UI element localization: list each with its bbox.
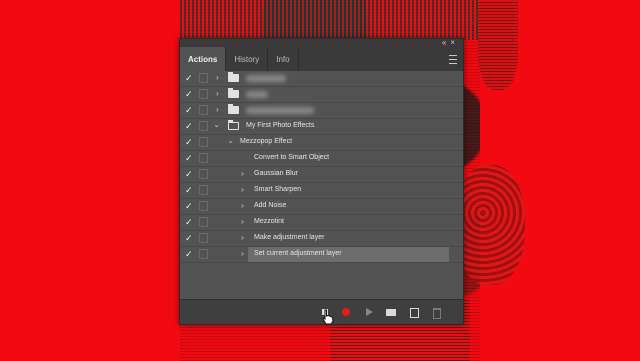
toggle-dialog-box[interactable] (199, 153, 208, 163)
chevron-right-icon[interactable]: › (241, 184, 244, 196)
actions-list: ✓ › ✓ › ✓ › ✓ › My First Photo Effects ✓… (180, 71, 463, 263)
record-icon[interactable] (340, 306, 352, 318)
new-action-icon[interactable] (408, 306, 420, 318)
action-step-label: Set current adjustment layer (254, 250, 342, 257)
folder-icon (228, 72, 239, 82)
toggle-item-check-icon[interactable]: ✓ (185, 137, 193, 147)
action-set-row[interactable]: ✓ › (180, 87, 463, 103)
blurred-set-name (246, 107, 314, 114)
close-icon[interactable]: × (450, 38, 459, 47)
action-step-row[interactable]: ✓ › Make adjustment layer (180, 231, 463, 247)
action-row[interactable]: ✓ › Mezzopop Effect (180, 135, 463, 151)
blurred-set-name (246, 75, 286, 82)
background-earring (455, 165, 525, 285)
tab-actions[interactable]: Actions (180, 47, 227, 71)
chevron-right-icon[interactable]: › (241, 232, 244, 244)
chevron-down-icon[interactable]: › (224, 141, 236, 144)
chevron-down-icon[interactable]: › (210, 125, 222, 128)
tab-history-label: History (234, 54, 260, 64)
toggle-item-check-icon[interactable]: ✓ (185, 217, 193, 227)
toggle-item-check-icon[interactable]: ✓ (185, 233, 193, 243)
chevron-right-icon[interactable]: › (241, 248, 244, 260)
blurred-set-name (246, 91, 268, 98)
chevron-right-icon[interactable]: › (241, 168, 244, 180)
toggle-item-check-icon[interactable]: ✓ (185, 185, 193, 195)
toggle-item-check-icon[interactable]: ✓ (185, 89, 193, 99)
action-step-row[interactable]: ✓ › Smart Sharpen (180, 183, 463, 199)
toggle-item-check-icon[interactable]: ✓ (185, 169, 193, 179)
background-hair (180, 0, 480, 40)
actions-panel: «× Actions History Info ✓ › ✓ › ✓ › ✓ › … (179, 38, 464, 325)
panel-tabs: Actions History Info (180, 47, 463, 71)
action-set-row[interactable]: ✓ › (180, 71, 463, 87)
action-step-row[interactable]: ✓ Convert to Smart Object (180, 151, 463, 167)
toggle-item-check-icon[interactable]: ✓ (185, 105, 193, 115)
background-ear (478, 0, 518, 90)
toggle-dialog-box[interactable] (199, 249, 208, 259)
toggle-dialog-box[interactable] (199, 121, 208, 131)
action-step-label: Add Noise (254, 202, 287, 209)
tab-actions-label: Actions (188, 54, 218, 64)
folder-icon (228, 104, 239, 114)
action-set-row[interactable]: ✓ › (180, 103, 463, 119)
tab-history[interactable]: History (226, 47, 269, 71)
toggle-dialog-box[interactable] (199, 185, 208, 195)
toggle-item-check-icon[interactable]: ✓ (185, 201, 193, 211)
action-step-row[interactable]: ✓ › Add Noise (180, 199, 463, 215)
action-set-label: My First Photo Effects (246, 122, 315, 129)
action-label: Mezzopop Effect (240, 138, 293, 145)
chevron-right-icon[interactable]: › (241, 216, 244, 228)
toggle-dialog-box[interactable] (199, 201, 208, 211)
toggle-dialog-box[interactable] (199, 169, 208, 179)
action-step-label: Gaussian Blur (254, 170, 298, 177)
toggle-item-check-icon[interactable]: ✓ (185, 73, 193, 83)
folder-open-icon (228, 120, 239, 130)
action-set-row[interactable]: ✓ › My First Photo Effects (180, 119, 463, 135)
toggle-item-check-icon[interactable]: ✓ (185, 153, 193, 163)
toggle-item-check-icon[interactable]: ✓ (185, 121, 193, 131)
action-step-label: Make adjustment layer (254, 234, 325, 241)
tab-info[interactable]: Info (268, 47, 299, 71)
action-step-row-selected[interactable]: ✓ › Set current adjustment layer (180, 247, 463, 263)
action-step-row[interactable]: ✓ › Gaussian Blur (180, 167, 463, 183)
chevron-right-icon[interactable]: › (216, 88, 219, 100)
hand-cursor-icon (322, 309, 334, 325)
panel-titlebar[interactable]: «× (180, 38, 463, 47)
action-step-row[interactable]: ✓ › Mezzotint (180, 215, 463, 231)
toggle-dialog-box[interactable] (199, 105, 208, 115)
chevron-right-icon[interactable]: › (216, 104, 219, 116)
new-set-icon[interactable] (385, 306, 397, 318)
toggle-dialog-box[interactable] (199, 217, 208, 227)
toggle-item-check-icon[interactable]: ✓ (185, 249, 193, 259)
toggle-dialog-box[interactable] (199, 73, 208, 83)
chevron-right-icon[interactable]: › (241, 200, 244, 212)
chevron-right-icon[interactable]: › (216, 72, 219, 84)
play-icon[interactable] (363, 306, 375, 318)
toggle-dialog-box[interactable] (199, 89, 208, 99)
action-step-label: Mezzotint (254, 218, 284, 225)
trash-icon[interactable] (430, 306, 442, 319)
toggle-dialog-box[interactable] (199, 233, 208, 243)
action-step-label: Convert to Smart Object (254, 154, 330, 161)
folder-icon (228, 88, 239, 98)
tab-info-label: Info (276, 54, 290, 64)
action-step-label: Smart Sharpen (254, 186, 302, 193)
toggle-dialog-box[interactable] (199, 137, 208, 147)
panel-menu-icon[interactable] (449, 55, 457, 64)
